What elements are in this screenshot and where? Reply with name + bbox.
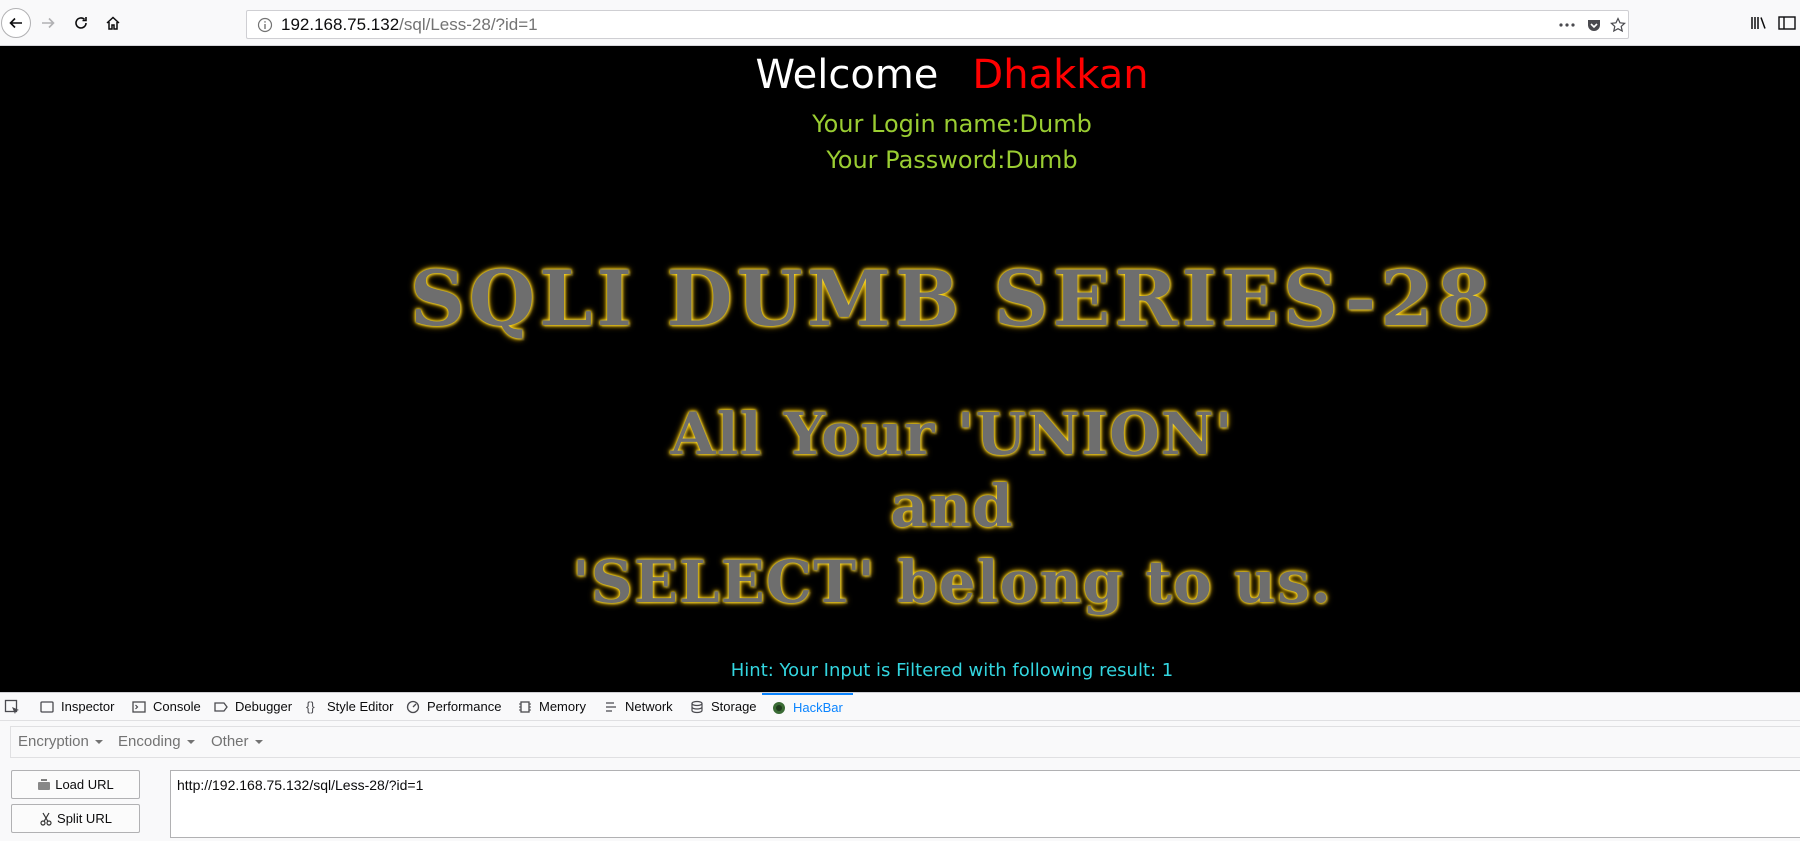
tagline-line-2: and: [890, 472, 1014, 540]
hackbar-icon: [773, 701, 785, 714]
url-text[interactable]: 192.168.75.132/sql/Less-28/?id=1: [281, 15, 538, 35]
site-info-icon[interactable]: [257, 17, 273, 33]
forward-button[interactable]: [33, 8, 63, 38]
memory-icon: [519, 700, 531, 713]
tab-inspector[interactable]: Inspector: [40, 693, 114, 720]
back-button[interactable]: [1, 8, 31, 38]
tab-hackbar-label: HackBar: [793, 700, 843, 715]
tagline-line-3: 'SELECT' belong to us.: [572, 548, 1332, 616]
library-icon: [1751, 17, 1766, 29]
sidebar-icon: [1778, 16, 1796, 30]
other-menu[interactable]: Other: [211, 733, 263, 750]
welcome-name: Dhakkan: [972, 52, 1149, 98]
tab-network-label: Network: [625, 699, 673, 714]
hackbar-url-textarea[interactable]: http://192.168.75.132/sql/Less-28/?id=1: [170, 770, 1800, 838]
devtools-panel: Inspector Console Debugger {} Style Edit…: [0, 692, 1800, 841]
encoding-menu-label: Encoding: [118, 733, 181, 750]
page-actions-button[interactable]: [1558, 16, 1576, 34]
tab-storage-label: Storage: [711, 699, 757, 714]
split-url-label: Split URL: [57, 811, 112, 826]
encryption-menu[interactable]: Encryption: [18, 733, 103, 750]
chevron-down-icon: [94, 740, 103, 745]
star-icon: [1610, 17, 1626, 33]
login-name-line: Your Login name:Dumb: [812, 110, 1092, 138]
tab-console[interactable]: Console: [132, 693, 201, 720]
url-path: /sql/Less-28/?id=1: [399, 15, 538, 34]
library-button[interactable]: [1748, 12, 1770, 34]
tagline-line-1: All Your 'UNION': [670, 400, 1234, 468]
welcome-heading: Welcome Dhakkan: [0, 52, 1800, 98]
tab-console-label: Console: [153, 699, 201, 714]
debugger-icon: [214, 701, 228, 712]
bookmark-button[interactable]: [1609, 16, 1627, 34]
style-editor-icon: {}: [306, 698, 315, 714]
password-line: Your Password:Dumb: [826, 146, 1078, 174]
tab-storage[interactable]: Storage: [690, 693, 757, 720]
inspector-icon: [40, 700, 54, 713]
url-host: 192.168.75.132: [281, 15, 400, 34]
series-title-banner: SQLI DUMB SERIES-28: [410, 254, 1494, 343]
tab-memory-label: Memory: [539, 699, 586, 714]
console-icon: [132, 700, 146, 713]
load-url-button[interactable]: Load URL: [11, 770, 140, 799]
tab-performance-label: Performance: [427, 699, 502, 714]
chevron-down-icon: [186, 740, 195, 745]
storage-icon: [691, 700, 703, 713]
tab-inspector-label: Inspector: [61, 699, 115, 714]
split-url-button[interactable]: Split URL: [11, 804, 140, 833]
encryption-menu-label: Encryption: [18, 733, 89, 750]
page-content: Welcome Dhakkan Your Login name:Dumb Your…: [0, 46, 1800, 692]
reload-icon: [75, 17, 87, 29]
browser-toolbar: 192.168.75.132/sql/Less-28/?id=1: [0, 0, 1800, 46]
hackbar-url-value[interactable]: http://192.168.75.132/sql/Less-28/?id=1: [177, 777, 423, 793]
other-menu-label: Other: [211, 733, 249, 750]
encoding-menu[interactable]: Encoding: [118, 733, 195, 750]
home-icon: [106, 16, 120, 30]
devtools-tab-bar: Inspector Console Debugger {} Style Edit…: [0, 693, 1800, 721]
reload-button[interactable]: [66, 8, 96, 38]
address-bar[interactable]: 192.168.75.132/sql/Less-28/?id=1: [246, 10, 1629, 39]
scissors-icon: [40, 812, 52, 826]
network-icon: [606, 701, 616, 712]
load-url-icon: [38, 778, 51, 790]
tab-hackbar[interactable]: HackBar: [762, 693, 853, 720]
back-arrow-icon: [9, 17, 22, 29]
performance-icon: [406, 700, 420, 713]
chevron-down-icon: [254, 740, 263, 745]
pocket-icon: [1588, 20, 1600, 31]
tab-memory[interactable]: Memory: [518, 693, 586, 720]
tab-debugger-label: Debugger: [235, 699, 293, 714]
more-dots-icon: [1559, 23, 1575, 27]
hackbar-menu-bar: Encryption Encoding Other: [10, 726, 1800, 758]
home-button[interactable]: [98, 8, 128, 38]
pocket-button[interactable]: [1585, 16, 1603, 34]
tab-debugger[interactable]: Debugger: [214, 693, 292, 720]
hint-text: Hint: Your Input is Filtered with follow…: [730, 660, 1174, 681]
tab-network[interactable]: Network: [604, 693, 673, 720]
tab-style-editor[interactable]: {} Style Editor: [306, 693, 393, 720]
forward-arrow-icon: [42, 17, 55, 29]
sidebar-button[interactable]: [1776, 12, 1798, 34]
tab-performance[interactable]: Performance: [406, 693, 501, 720]
element-picker-icon[interactable]: [4, 699, 20, 715]
tab-style-editor-label: Style Editor: [327, 699, 394, 714]
load-url-label: Load URL: [55, 777, 114, 792]
welcome-text: Welcome: [755, 52, 939, 98]
